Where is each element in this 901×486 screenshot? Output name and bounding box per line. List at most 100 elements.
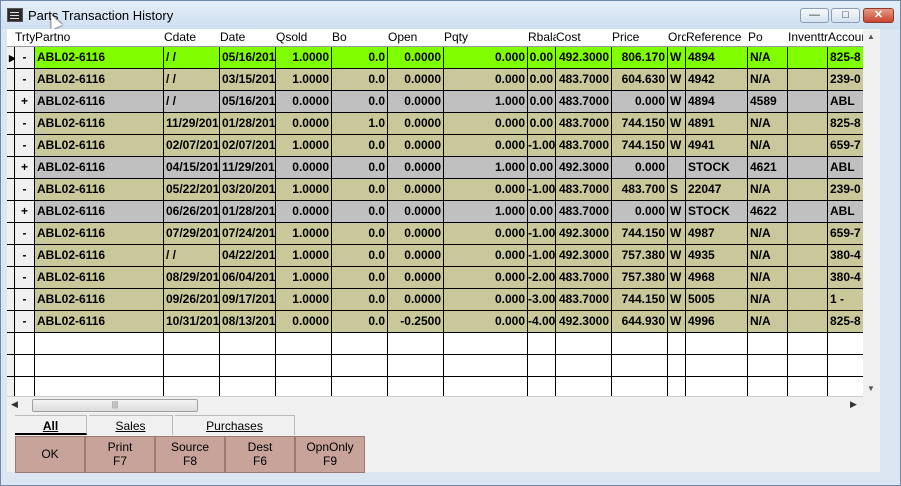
cell-ord[interactable]: W	[668, 245, 686, 267]
vertical-scrollbar[interactable]: ▲ ▼	[863, 29, 880, 396]
cell-cost[interactable]: 483.7000	[556, 289, 612, 311]
opnonly-button[interactable]: OpnOnly F9	[295, 436, 365, 473]
cell-inv[interactable]	[788, 47, 828, 69]
cell-pqty[interactable]: 0.000	[444, 113, 528, 135]
cell-open[interactable]: 0.0000	[388, 267, 444, 289]
cell-pqty[interactable]: 0.000	[444, 267, 528, 289]
cell-bo[interactable]: 0.0	[332, 157, 388, 179]
cell-qsold[interactable]: 0.0000	[276, 157, 332, 179]
cell-bo[interactable]: 0.0	[332, 91, 388, 113]
cell-ord[interactable]: W	[668, 289, 686, 311]
cell-price[interactable]: 757.380	[612, 245, 668, 267]
cell-open[interactable]: 0.0000	[388, 69, 444, 91]
cell-reference[interactable]: 4942	[686, 69, 748, 91]
row-pointer-cell[interactable]	[7, 267, 15, 289]
cell-bo[interactable]: 0.0	[332, 135, 388, 157]
cell-partno[interactable]: ABL02-6116	[35, 245, 164, 267]
cell-ord[interactable]: W	[668, 135, 686, 157]
cell-pqty[interactable]: 0.000	[444, 47, 528, 69]
cell-date[interactable]: 01/28/201	[220, 113, 276, 135]
app-window-icon[interactable]	[7, 8, 23, 22]
cell-partno[interactable]: ABL02-6116	[35, 113, 164, 135]
cell-cost[interactable]: 483.7000	[556, 91, 612, 113]
cell-date[interactable]: 03/15/201	[220, 69, 276, 91]
cell-po[interactable]: N/A	[748, 135, 788, 157]
cell-po[interactable]: N/A	[748, 47, 788, 69]
cell-reference[interactable]: 4935	[686, 245, 748, 267]
dest-button[interactable]: Dest F6	[225, 436, 295, 473]
cell-cdate[interactable]: 10/31/201	[164, 311, 220, 333]
cell-reference[interactable]: 5005	[686, 289, 748, 311]
cell-pqty[interactable]: 0.000	[444, 223, 528, 245]
cell-bo[interactable]: 0.0	[332, 69, 388, 91]
cell-price[interactable]: 483.700	[612, 179, 668, 201]
cell-ord[interactable]: W	[668, 113, 686, 135]
cell-rbalance[interactable]: -1.00	[528, 245, 556, 267]
row-pointer-cell[interactable]	[7, 91, 15, 113]
cell-open[interactable]: 0.0000	[388, 91, 444, 113]
cell-qsold[interactable]: 1.0000	[276, 69, 332, 91]
cell-pqty[interactable]: 0.000	[444, 69, 528, 91]
cell-price[interactable]: 604.630	[612, 69, 668, 91]
cell-po[interactable]: N/A	[748, 223, 788, 245]
cell-cdate[interactable]: 06/26/201	[164, 201, 220, 223]
column-header-inventtr[interactable]: Inventtr	[788, 29, 828, 46]
cell-ord[interactable]: W	[668, 311, 686, 333]
cell-qsold[interactable]: 1.0000	[276, 267, 332, 289]
title-bar[interactable]: Parts Transaction History — □ ✕	[1, 1, 900, 30]
cell-price[interactable]: 0.000	[612, 157, 668, 179]
cell-qsold[interactable]: 0.0000	[276, 311, 332, 333]
cell-po[interactable]: N/A	[748, 267, 788, 289]
cell-qsold[interactable]: 1.0000	[276, 47, 332, 69]
cell-qsold[interactable]: 0.0000	[276, 113, 332, 135]
cell-price[interactable]: 744.150	[612, 289, 668, 311]
cell-rbalance[interactable]: -1.00	[528, 179, 556, 201]
cell-open[interactable]: 0.0000	[388, 157, 444, 179]
row-pointer-cell[interactable]	[7, 245, 15, 267]
cell-inv[interactable]	[788, 135, 828, 157]
cell-pqty[interactable]: 1.000	[444, 91, 528, 113]
row-pointer-cell[interactable]	[7, 311, 15, 333]
column-header-po[interactable]: Po	[748, 29, 788, 46]
column-header-cost[interactable]: Cost	[556, 29, 612, 46]
cell-cdate[interactable]: 11/29/201	[164, 113, 220, 135]
column-header-cdate[interactable]: Cdate	[164, 29, 220, 46]
table-row[interactable]: - ABL02-6116 10/31/201 08/13/201 0.0000 0.0 -0…	[7, 311, 869, 333]
cell-po[interactable]: N/A	[748, 69, 788, 91]
cell-partno[interactable]: ABL02-6116	[35, 179, 164, 201]
cell-bo[interactable]: 0.0	[332, 201, 388, 223]
row-pointer-cell[interactable]	[7, 223, 15, 245]
cell-partno[interactable]: ABL02-6116	[35, 157, 164, 179]
column-header-date[interactable]: Date	[220, 29, 276, 46]
cell-pqty[interactable]: 0.000	[444, 179, 528, 201]
cell-open[interactable]: 0.0000	[388, 135, 444, 157]
close-button[interactable]: ✕	[863, 8, 894, 23]
cell-pqty[interactable]: 0.000	[444, 245, 528, 267]
cell-cost[interactable]: 483.7000	[556, 135, 612, 157]
cell-date[interactable]: 09/17/201	[220, 289, 276, 311]
cell-bo[interactable]: 0.0	[332, 289, 388, 311]
cell-pqty[interactable]: 1.000	[444, 157, 528, 179]
cell-inv[interactable]	[788, 289, 828, 311]
cell-price[interactable]: 744.150	[612, 223, 668, 245]
cell-qsold[interactable]: 0.0000	[276, 201, 332, 223]
cell-cdate[interactable]: 07/29/201	[164, 223, 220, 245]
cell-rbalance[interactable]: -1.00	[528, 135, 556, 157]
cell-date[interactable]: 02/07/201	[220, 135, 276, 157]
transactions-grid[interactable]: TrtyPartnoCdateDateQsoldBoOpenPqtyRbalan…	[7, 29, 869, 396]
cell-inv[interactable]	[788, 69, 828, 91]
scroll-left-icon[interactable]: ◀	[11, 399, 18, 410]
cell-bo[interactable]: 0.0	[332, 223, 388, 245]
cell-price[interactable]: 744.150	[612, 113, 668, 135]
cell-rbalance[interactable]: -4.00	[528, 311, 556, 333]
cell-qsold[interactable]: 1.0000	[276, 289, 332, 311]
cell-rbalance[interactable]: 0.00	[528, 201, 556, 223]
cell-reference[interactable]: STOCK	[686, 157, 748, 179]
cell-rbalance[interactable]: 0.00	[528, 113, 556, 135]
column-header-open[interactable]: Open	[388, 29, 444, 46]
cell-inv[interactable]	[788, 91, 828, 113]
cell-po[interactable]: 4622	[748, 201, 788, 223]
cell-cdate[interactable]: 09/26/201	[164, 289, 220, 311]
source-button[interactable]: Source F8	[155, 436, 225, 473]
cell-reference[interactable]: 4891	[686, 113, 748, 135]
